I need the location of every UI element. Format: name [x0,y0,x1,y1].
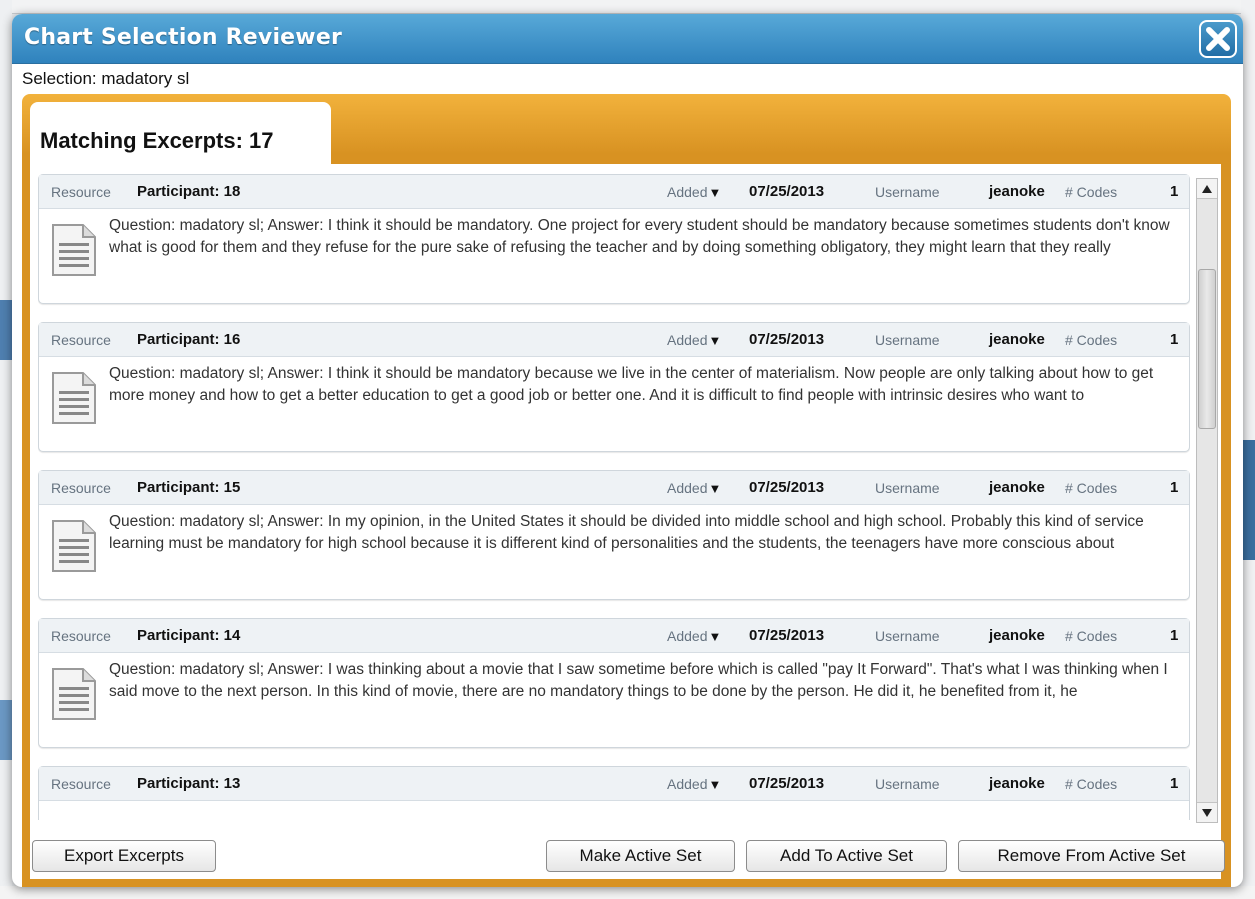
excerpt-text: Question: madatory sl; Answer: I think i… [109,217,1170,256]
document-icon [52,520,96,572]
export-excerpts-button[interactable]: Export Excerpts [32,840,216,872]
document-icon [52,224,96,276]
codes-value: 1 [1170,331,1179,348]
added-label[interactable]: Added▼ [667,332,721,348]
scroll-up-button[interactable] [1197,179,1217,199]
chart-selection-reviewer-dialog: Chart Selection Reviewer Selection: mada… [12,14,1243,887]
vertical-scrollbar[interactable] [1196,178,1218,823]
document-icon [52,668,96,720]
background-left-accent [0,300,12,360]
excerpt-body: Question: madatory sl; Answer: I was thi… [39,653,1189,720]
username-label: Username [875,628,940,644]
username-value: jeanoke [989,627,1045,644]
resource-label: Resource [51,184,111,200]
codes-label: # Codes [1065,480,1118,496]
username-value: jeanoke [989,775,1045,792]
resource-label: Resource [51,480,111,496]
username-value: jeanoke [989,183,1045,200]
dialog-footer: Export Excerpts Make Active Set Add To A… [30,834,1225,874]
scroll-down-button[interactable] [1197,802,1217,822]
excerpt-body: Question: madatory sl; Answer: I think i… [39,357,1189,424]
excerpt-card[interactable]: Resource Participant: 18 Added▼ 07/25/20… [38,174,1190,304]
excerpt-header: Resource Participant: 14 Added▼ 07/25/20… [39,619,1189,653]
excerpt-list[interactable]: Resource Participant: 18 Added▼ 07/25/20… [38,174,1190,820]
username-label: Username [875,184,940,200]
resource-value: Participant: 16 [137,331,241,348]
username-label: Username [875,776,940,792]
resource-value: Participant: 14 [137,627,241,644]
excerpt-header: Resource Participant: 16 Added▼ 07/25/20… [39,323,1189,357]
excerpts-panel: Resource Participant: 18 Added▼ 07/25/20… [30,164,1225,879]
close-icon [1206,27,1230,51]
excerpt-header: Resource Participant: 15 Added▼ 07/25/20… [39,471,1189,505]
dialog-title: Chart Selection Reviewer [24,25,342,50]
resource-value: Participant: 15 [137,479,241,496]
sort-desc-icon: ▼ [708,333,722,348]
codes-value: 1 [1170,775,1179,792]
added-label[interactable]: Added▼ [667,628,721,644]
background-left-edge [0,0,12,899]
background-bottom-edge [0,886,1255,899]
excerpt-card[interactable]: Resource Participant: 14 Added▼ 07/25/20… [38,618,1190,748]
arrow-up-icon [1202,184,1212,193]
add-to-active-set-button[interactable]: Add To Active Set [746,840,947,872]
codes-value: 1 [1170,183,1179,200]
arrow-down-icon [1202,808,1212,817]
close-button[interactable] [1199,20,1237,58]
resource-value: Participant: 13 [137,775,241,792]
codes-label: # Codes [1065,332,1118,348]
tab-matching-excerpts[interactable]: Matching Excerpts: 17 [30,102,331,164]
dialog-titlebar[interactable]: Chart Selection Reviewer [12,14,1243,64]
background-toolbar [0,0,1255,14]
added-date: 07/25/2013 [749,331,825,348]
sort-desc-icon: ▼ [708,481,722,496]
excerpt-card[interactable]: Resource Participant: 16 Added▼ 07/25/20… [38,322,1190,452]
resource-label: Resource [51,776,111,792]
excerpt-body: Question: madatory sl; Answer: I think i… [39,209,1189,276]
make-active-set-button[interactable]: Make Active Set [546,840,735,872]
added-date: 07/25/2013 [749,775,825,792]
codes-label: # Codes [1065,776,1118,792]
codes-value: 1 [1170,627,1179,644]
scroll-thumb[interactable] [1198,269,1216,429]
remove-from-active-set-button[interactable]: Remove From Active Set [958,840,1225,872]
excerpt-header: Resource Participant: 13 Added▼ 07/25/20… [39,767,1189,801]
added-label[interactable]: Added▼ [667,776,721,792]
codes-value: 1 [1170,479,1179,496]
sort-desc-icon: ▼ [708,777,722,792]
excerpt-body: Question: madatory sl; Answer: In my opi… [39,505,1189,572]
excerpt-text: Question: madatory sl; Answer: In my opi… [109,513,1144,552]
codes-label: # Codes [1065,628,1118,644]
excerpt-text: Question: madatory sl; Answer: I was thi… [109,661,1168,700]
background-right-accent [1241,440,1255,560]
excerpt-card[interactable]: Resource Participant: 13 Added▼ 07/25/20… [38,766,1190,820]
excerpt-card[interactable]: Resource Participant: 15 Added▼ 07/25/20… [38,470,1190,600]
codes-label: # Codes [1065,184,1118,200]
resource-value: Participant: 18 [137,183,241,200]
added-label[interactable]: Added▼ [667,184,721,200]
added-date: 07/25/2013 [749,627,825,644]
username-label: Username [875,332,940,348]
excerpt-header: Resource Participant: 18 Added▼ 07/25/20… [39,175,1189,209]
document-icon [52,372,96,424]
sort-desc-icon: ▼ [708,629,722,644]
username-value: jeanoke [989,331,1045,348]
excerpt-text: Question: madatory sl; Answer: I think i… [109,365,1154,404]
added-date: 07/25/2013 [749,479,825,496]
excerpts-frame: Matching Excerpts: 17 Resource Participa… [22,94,1231,887]
resource-label: Resource [51,628,111,644]
added-label[interactable]: Added▼ [667,480,721,496]
username-value: jeanoke [989,479,1045,496]
sort-desc-icon: ▼ [708,185,722,200]
username-label: Username [875,480,940,496]
selection-label: Selection: madatory sl [22,69,190,88]
added-date: 07/25/2013 [749,183,825,200]
background-left-accent-2 [0,700,12,760]
resource-label: Resource [51,332,111,348]
